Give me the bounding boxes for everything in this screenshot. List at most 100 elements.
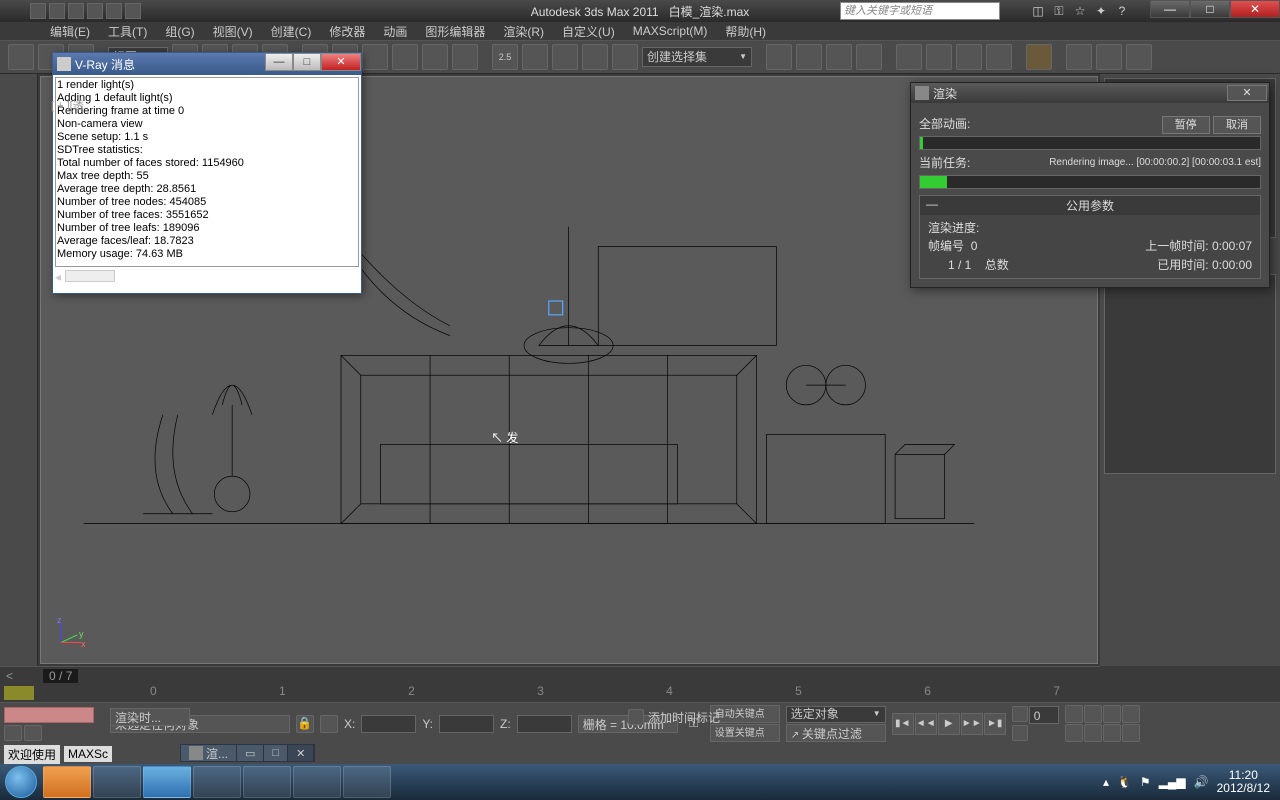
sel-lock-icon[interactable] bbox=[24, 725, 42, 741]
snap-25-icon[interactable]: 2.5 bbox=[492, 44, 518, 70]
maximize-vp-icon[interactable] bbox=[1084, 724, 1102, 742]
menu-rendering[interactable]: 渲染(R) bbox=[503, 23, 544, 40]
vp-icon[interactable] bbox=[1103, 724, 1121, 742]
child-minimize[interactable]: ▭ bbox=[237, 745, 264, 761]
edit-named-icon[interactable] bbox=[612, 44, 638, 70]
percent-snap-icon[interactable] bbox=[552, 44, 578, 70]
child-restore[interactable]: □ bbox=[264, 745, 288, 761]
star-icon[interactable]: ☆ bbox=[1072, 3, 1088, 19]
next-icon[interactable]: ►► bbox=[961, 713, 983, 735]
undo-icon[interactable] bbox=[106, 3, 122, 19]
menu-group[interactable]: 组(G) bbox=[165, 23, 194, 40]
maxscript-tab[interactable]: MAXSc bbox=[64, 746, 112, 762]
pause-button[interactable]: 暂停 bbox=[1162, 116, 1210, 134]
goto-start-icon[interactable]: ▮◄ bbox=[892, 713, 914, 735]
autokey-button[interactable]: 自动关键点 bbox=[710, 705, 780, 723]
task-app1[interactable] bbox=[243, 766, 291, 798]
timeconf-icon[interactable] bbox=[1012, 725, 1028, 741]
menu-help[interactable]: 帮助(H) bbox=[725, 23, 766, 40]
tray-clock[interactable]: 11:202012/8/12 bbox=[1217, 769, 1270, 795]
child-close[interactable]: ✕ bbox=[288, 745, 314, 761]
track-bar[interactable] bbox=[0, 684, 108, 702]
welcome-tab[interactable]: 欢迎使用 bbox=[4, 745, 60, 764]
spinner-snap-icon[interactable] bbox=[582, 44, 608, 70]
menu-tools[interactable]: 工具(T) bbox=[108, 23, 147, 40]
redo-icon[interactable] bbox=[125, 3, 141, 19]
menu-maxscript[interactable]: MAXScript(M) bbox=[633, 24, 708, 38]
tag-icon[interactable] bbox=[628, 709, 644, 725]
close-button[interactable]: ✕ bbox=[1230, 0, 1280, 18]
curve-editor-icon[interactable] bbox=[856, 44, 882, 70]
play-icon[interactable]: ▶ bbox=[938, 713, 960, 735]
schematic-icon[interactable] bbox=[896, 44, 922, 70]
minimize-button[interactable]: — bbox=[1150, 0, 1190, 18]
mirror-icon[interactable] bbox=[766, 44, 792, 70]
open-icon[interactable] bbox=[68, 3, 84, 19]
zoomall-icon[interactable] bbox=[1122, 705, 1140, 723]
start-button[interactable] bbox=[0, 764, 42, 800]
pivot-icon[interactable] bbox=[422, 44, 448, 70]
vray-min-button[interactable]: — bbox=[265, 53, 293, 71]
teapot2-icon[interactable] bbox=[1096, 44, 1122, 70]
render-close-button[interactable]: ✕ bbox=[1227, 85, 1267, 101]
selection-set-combo[interactable]: 创建选择集▼ bbox=[642, 47, 752, 67]
orbit-icon[interactable] bbox=[1065, 724, 1083, 742]
vray-window[interactable]: V-Ray 消息 — □ ✕ 1 render light(s) Adding … bbox=[52, 52, 362, 294]
help-icon[interactable]: ? bbox=[1114, 3, 1130, 19]
align-icon[interactable] bbox=[796, 44, 822, 70]
menu-modifiers[interactable]: 修改器 bbox=[329, 23, 365, 40]
zoom-icon[interactable] bbox=[1084, 705, 1102, 723]
task-wmp[interactable] bbox=[343, 766, 391, 798]
vray-close-button[interactable]: ✕ bbox=[321, 53, 361, 71]
tray-up-icon[interactable]: ▴ bbox=[1103, 775, 1109, 789]
manip-icon[interactable] bbox=[452, 44, 478, 70]
link-icon[interactable] bbox=[8, 44, 34, 70]
nav1-icon[interactable] bbox=[1012, 706, 1028, 722]
vray-log[interactable]: 1 render light(s) Adding 1 default light… bbox=[55, 77, 359, 267]
render-titlebar[interactable]: 渲染 ✕ bbox=[911, 83, 1269, 103]
task-photos[interactable] bbox=[293, 766, 341, 798]
keyfilter-button[interactable]: ↗ 关键点过滤器... bbox=[786, 724, 886, 742]
new-icon[interactable] bbox=[49, 3, 65, 19]
vray-max-button[interactable]: □ bbox=[293, 53, 321, 71]
save-icon[interactable] bbox=[87, 3, 103, 19]
angle-snap-icon[interactable] bbox=[522, 44, 548, 70]
favorite-icon[interactable]: ✦ bbox=[1093, 3, 1109, 19]
render-setup-icon[interactable] bbox=[956, 44, 982, 70]
fov-icon[interactable] bbox=[1103, 705, 1121, 723]
maximize-button[interactable]: □ bbox=[1190, 0, 1230, 18]
tray-vol-icon[interactable]: 🔊 bbox=[1194, 775, 1209, 789]
material-icon[interactable] bbox=[926, 44, 952, 70]
task-3dsmax[interactable] bbox=[193, 766, 241, 798]
task-ie[interactable] bbox=[143, 766, 191, 798]
render-fb-icon[interactable] bbox=[986, 44, 1012, 70]
scale-icon[interactable] bbox=[362, 44, 388, 70]
tray-flag-icon[interactable]: ⚑ bbox=[1140, 775, 1151, 789]
time-slider[interactable]: < 0 / 7 bbox=[0, 666, 1100, 684]
task-folder[interactable] bbox=[93, 766, 141, 798]
render-icon[interactable] bbox=[1026, 44, 1052, 70]
track-handle[interactable] bbox=[4, 686, 34, 700]
infocenter-icon[interactable]: ◫ bbox=[1030, 3, 1046, 19]
menu-grapheditors[interactable]: 图形编辑器 bbox=[425, 23, 485, 40]
teapot1-icon[interactable] bbox=[1066, 44, 1092, 70]
prev-icon[interactable]: ◄◄ bbox=[915, 713, 937, 735]
setkey-button[interactable]: 设置关键点 bbox=[710, 724, 780, 742]
keymode-combo[interactable]: 选定对象▼ bbox=[786, 706, 886, 723]
menu-customize[interactable]: 自定义(U) bbox=[562, 23, 615, 40]
child-task-render[interactable]: 渲... bbox=[181, 745, 237, 761]
lock-icon[interactable] bbox=[4, 725, 22, 741]
layers-icon[interactable] bbox=[826, 44, 852, 70]
teapot3-icon[interactable] bbox=[1126, 44, 1152, 70]
tray-net-icon[interactable]: ▂▄▆ bbox=[1159, 775, 1186, 789]
add-tag-label[interactable]: 添加时间标记 bbox=[648, 709, 720, 726]
vray-scroll[interactable] bbox=[65, 270, 115, 282]
menu-create[interactable]: 创建(C) bbox=[271, 23, 312, 40]
vray-titlebar[interactable]: V-Ray 消息 — □ ✕ bbox=[53, 53, 361, 75]
task-explorer[interactable] bbox=[43, 766, 91, 798]
tray-qq-icon[interactable]: 🐧 bbox=[1117, 775, 1132, 789]
menu-animation[interactable]: 动画 bbox=[383, 23, 407, 40]
help-search[interactable]: 键入关键字或短语 bbox=[840, 2, 1000, 20]
render-window[interactable]: 渲染 ✕ 全部动画: 暂停 取消 当前任务: Rendering image..… bbox=[910, 82, 1270, 288]
viewport-label[interactable]: [ + ][透 bbox=[51, 97, 84, 113]
